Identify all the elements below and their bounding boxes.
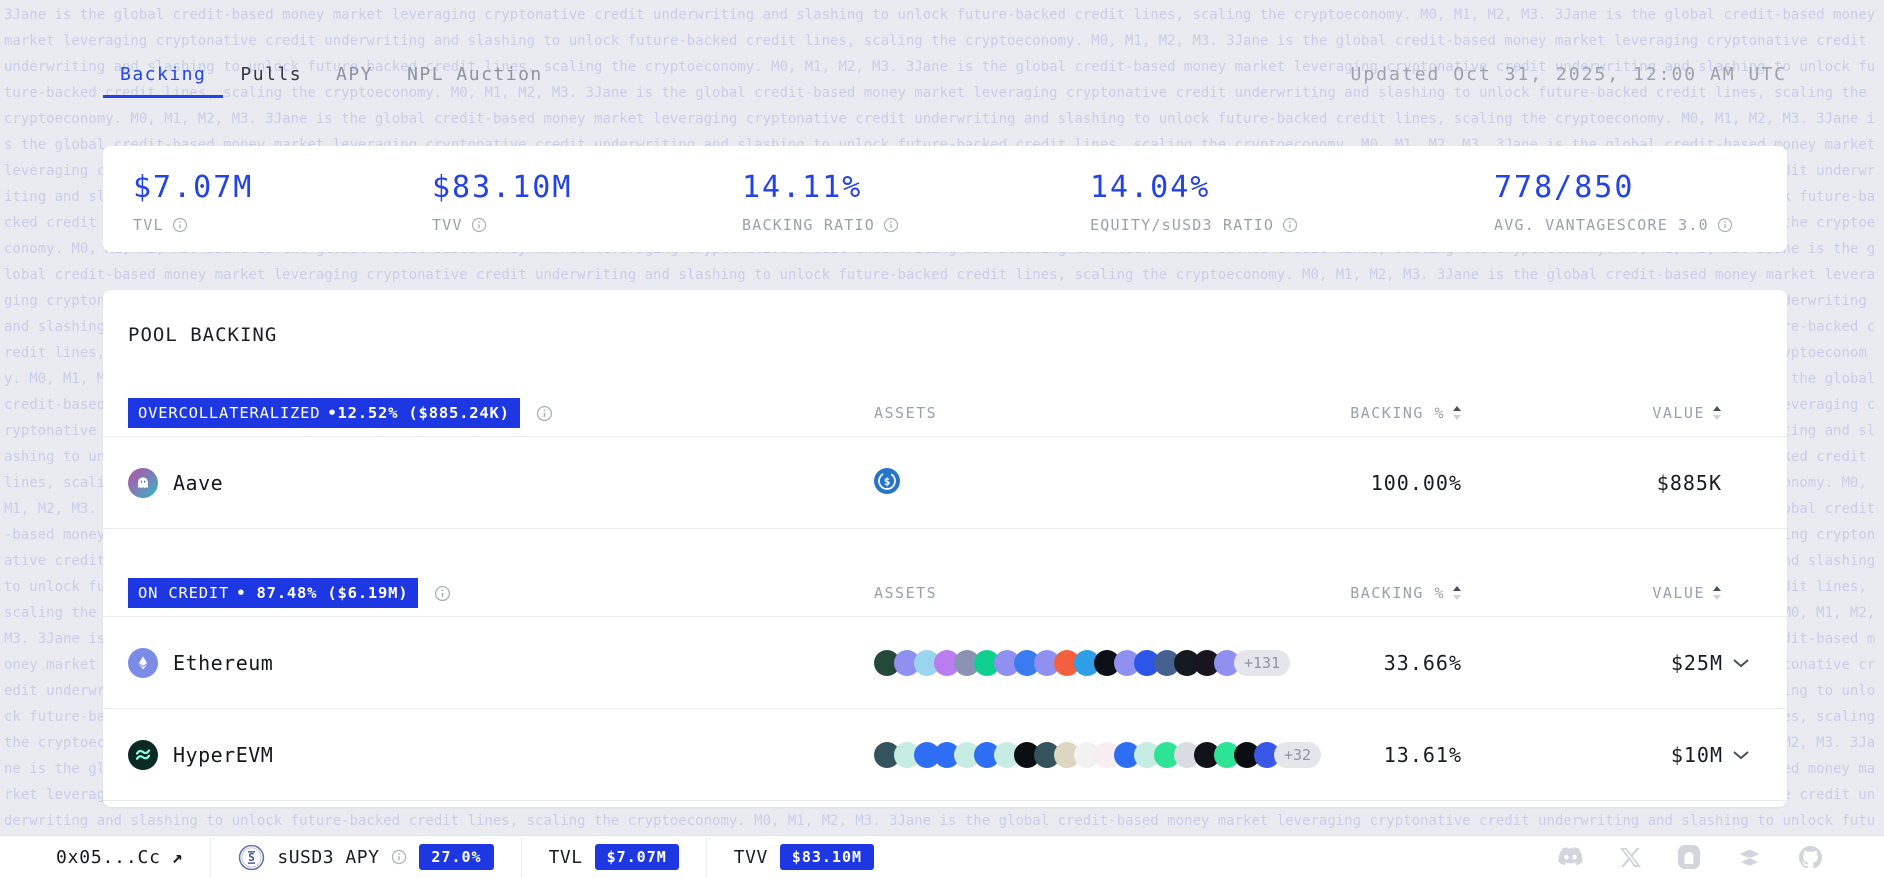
stat-label: BACKING RATIO xyxy=(742,216,875,234)
tvv-group: TVV $83.10M xyxy=(734,844,874,870)
asset-icon-cluster: +32 xyxy=(874,742,1321,768)
sort-icon[interactable] xyxy=(1452,585,1462,601)
ethereum-icon xyxy=(128,648,158,678)
stats-card: $7.07M TVL $83.10M TVV 14.11% BACKING RA… xyxy=(103,146,1787,252)
bottom-bar: 0x05...Cc ↗ S sUSD3 APY 27.0% TVL $7.07M… xyxy=(0,835,1884,878)
pool-backing-card: POOL BACKING OVERCOLLATERALIZED•12.52% (… xyxy=(103,290,1787,807)
wallet-address[interactable]: 0x05...Cc ↗ xyxy=(56,847,183,868)
stat-value: 14.04% xyxy=(1090,170,1494,205)
tab-npl-auction[interactable]: NPL Auction xyxy=(390,50,560,98)
chevron-down-icon[interactable] xyxy=(1732,658,1750,668)
svg-text:$: $ xyxy=(884,475,891,488)
row-value: $10M xyxy=(1671,743,1723,767)
column-header-assets: ASSETS xyxy=(874,584,1297,602)
updated-timestamp: Updated Oct 31, 2025, 12:00 AM UTC xyxy=(1351,64,1787,85)
on-credit-badge: ON CREDIT• 87.48% ($6.19M) xyxy=(128,578,418,608)
section-header-overcollateralized: OVERCOLLATERALIZED•12.52% ($885.24K) ASS… xyxy=(103,390,1787,437)
tab-bar: Backing Pulls APY NPL Auction xyxy=(103,50,560,98)
sort-icon[interactable] xyxy=(1712,405,1722,421)
column-header-backing[interactable]: BACKING % xyxy=(1297,404,1462,422)
stat-vantagescore: 778/850 AVG. VANTAGESCORE 3.0 xyxy=(1494,170,1787,252)
info-icon[interactable] xyxy=(471,217,487,233)
x-icon[interactable] xyxy=(1620,847,1641,868)
section-header-on-credit: ON CREDIT• 87.48% ($6.19M) ASSETS BACKIN… xyxy=(103,570,1787,617)
divider xyxy=(521,836,522,878)
column-header-assets: ASSETS xyxy=(874,404,1297,422)
tab-apy[interactable]: APY xyxy=(319,50,390,98)
stat-tvl: $7.07M TVL xyxy=(133,170,432,252)
stat-value: $83.10M xyxy=(432,170,742,205)
usdc-icon: $ xyxy=(874,468,900,498)
divider xyxy=(706,836,707,878)
docs-icon[interactable] xyxy=(1737,845,1762,869)
svg-text:S: S xyxy=(249,851,256,864)
info-icon[interactable] xyxy=(434,585,451,602)
chain-name: HyperEVM xyxy=(173,743,273,767)
tvl-badge: $7.07M xyxy=(595,844,679,870)
backing-percent: 13.61% xyxy=(1297,743,1462,767)
stat-label: EQUITY/sUSD3 RATIO xyxy=(1090,216,1274,234)
row-value: $25M xyxy=(1671,651,1723,675)
apy-badge: 27.0% xyxy=(419,844,493,870)
stat-tvv: $83.10M TVV xyxy=(432,170,742,252)
sort-icon[interactable] xyxy=(1712,585,1722,601)
backing-percent: 33.66% xyxy=(1297,651,1462,675)
stat-equity-ratio: 14.04% EQUITY/sUSD3 RATIO xyxy=(1090,170,1494,252)
top-nav: Backing Pulls APY NPL Auction Updated Oc… xyxy=(103,50,1787,98)
info-icon[interactable] xyxy=(391,849,407,865)
external-link-icon: ↗ xyxy=(172,847,184,868)
stat-value: 778/850 xyxy=(1494,170,1787,205)
info-icon[interactable] xyxy=(1717,217,1733,233)
tab-backing[interactable]: Backing xyxy=(103,50,223,98)
tvv-label: TVV xyxy=(734,847,768,868)
more-assets-pill[interactable]: +131 xyxy=(1234,650,1290,676)
susd3-icon: S xyxy=(238,844,265,871)
info-icon[interactable] xyxy=(883,217,899,233)
overcollateralized-badge: OVERCOLLATERALIZED•12.52% ($885.24K) xyxy=(128,398,520,428)
info-icon[interactable] xyxy=(172,217,188,233)
tab-pulls[interactable]: Pulls xyxy=(223,50,319,98)
column-header-value[interactable]: VALUE xyxy=(1462,584,1757,602)
info-icon[interactable] xyxy=(1282,217,1298,233)
tvl-label: TVL xyxy=(549,847,583,868)
info-icon[interactable] xyxy=(536,405,553,422)
chain-name: Ethereum xyxy=(173,651,273,675)
vault-icon[interactable] xyxy=(1678,845,1700,869)
chevron-down-icon[interactable] xyxy=(1732,750,1750,760)
aave-icon xyxy=(128,468,158,498)
susd3-apy-group: S sUSD3 APY 27.0% xyxy=(238,844,493,871)
column-header-backing[interactable]: BACKING % xyxy=(1297,584,1462,602)
table-row-ethereum[interactable]: Ethereum +131 33.66% $25M xyxy=(103,617,1787,709)
discord-icon[interactable] xyxy=(1558,847,1583,867)
stat-value: 14.11% xyxy=(742,170,1090,205)
sort-icon[interactable] xyxy=(1452,405,1462,421)
social-links xyxy=(1558,845,1822,869)
stat-label: TVL xyxy=(133,216,164,234)
divider xyxy=(210,836,211,878)
row-value: $885K xyxy=(1657,471,1722,495)
column-header-value[interactable]: VALUE xyxy=(1462,404,1757,422)
stat-label: TVV xyxy=(432,216,463,234)
github-icon[interactable] xyxy=(1799,846,1822,869)
table-row-hyperevm[interactable]: HyperEVM +32 13.61% $10M xyxy=(103,709,1787,801)
chain-name: Aave xyxy=(173,471,223,495)
susd3-apy-label: sUSD3 APY xyxy=(277,847,379,868)
tvl-group: TVL $7.07M xyxy=(549,844,679,870)
more-assets-pill[interactable]: +32 xyxy=(1274,742,1321,768)
stat-label: AVG. VANTAGESCORE 3.0 xyxy=(1494,216,1709,234)
hyperevm-icon xyxy=(128,740,158,770)
stat-backing-ratio: 14.11% BACKING RATIO xyxy=(742,170,1090,252)
backing-percent: 100.00% xyxy=(1297,471,1462,495)
table-row-aave: Aave $ 100.00% $885K xyxy=(103,437,1787,529)
pool-backing-title: POOL BACKING xyxy=(128,324,1762,346)
stat-value: $7.07M xyxy=(133,170,432,205)
asset-icon-cluster: +131 xyxy=(874,650,1290,676)
tvv-badge: $83.10M xyxy=(780,844,874,870)
